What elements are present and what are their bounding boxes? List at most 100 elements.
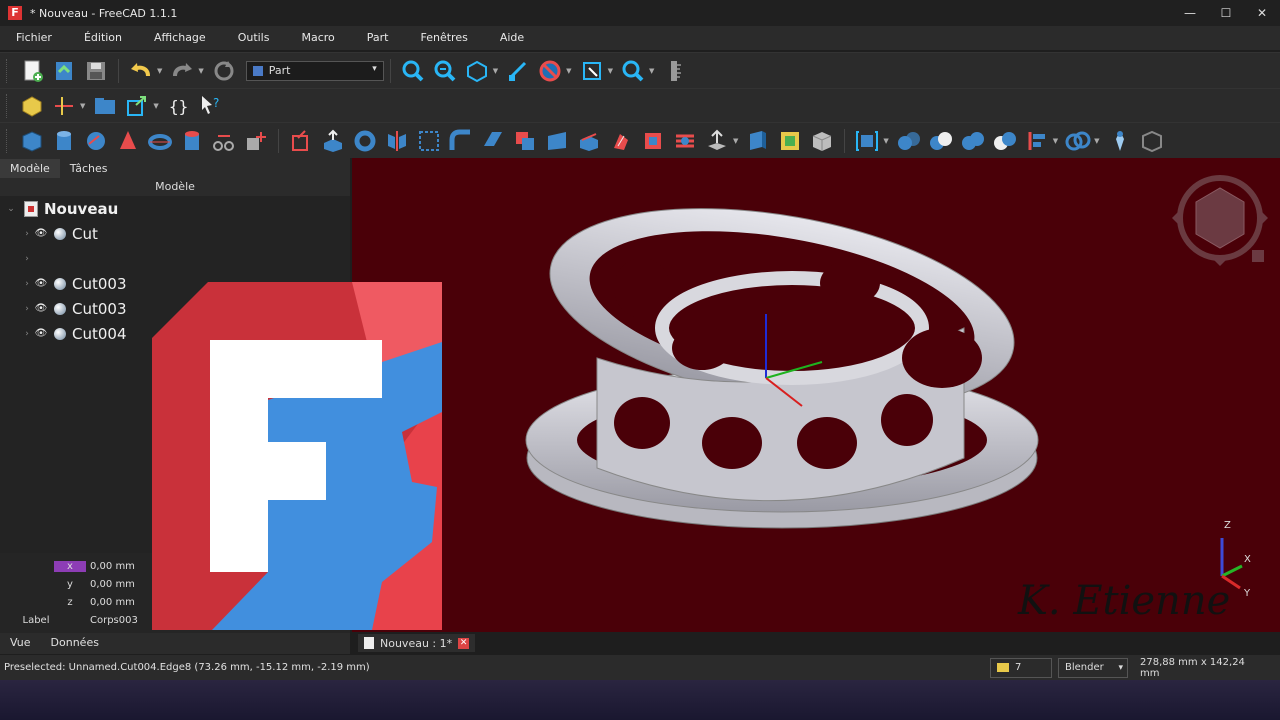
tree-item[interactable]: › 👁 Cut	[0, 221, 350, 246]
open-document-icon[interactable]	[51, 58, 77, 84]
undo-icon[interactable]	[128, 58, 154, 84]
cube-icon[interactable]	[19, 128, 45, 154]
navigation-cube[interactable]	[1172, 175, 1268, 266]
menu-macro[interactable]: Macro	[285, 26, 350, 50]
maximize-button[interactable]: ☐	[1208, 0, 1244, 26]
offset-icon[interactable]	[672, 128, 698, 154]
tube-icon[interactable]	[179, 128, 205, 154]
section-icon[interactable]	[608, 128, 634, 154]
expand-arrow-icon[interactable]: ›	[20, 229, 34, 239]
extrude-icon[interactable]	[320, 128, 346, 154]
bounding-box-icon[interactable]	[579, 58, 605, 84]
sphere-icon[interactable]	[83, 128, 109, 154]
property-value[interactable]: Corps003	[72, 615, 138, 626]
notification-area[interactable]: 7	[990, 657, 1052, 678]
menu-fichier[interactable]: Fichier	[0, 26, 68, 50]
revolve-icon[interactable]	[352, 128, 378, 154]
projection-icon[interactable]	[745, 128, 771, 154]
visibility-eye-icon[interactable]: 👁	[34, 278, 48, 289]
new-document-icon[interactable]	[19, 58, 45, 84]
color-per-face-icon[interactable]	[777, 128, 803, 154]
redo-icon[interactable]	[169, 58, 195, 84]
close-tab-icon[interactable]: ✕	[458, 637, 470, 649]
boolean-icon[interactable]	[896, 128, 922, 154]
menu-affichage[interactable]: Affichage	[138, 26, 222, 50]
axis-cross-icon[interactable]	[51, 93, 77, 119]
navigation-style-selector[interactable]: Blender ▾	[1058, 657, 1128, 678]
primitives-icon[interactable]	[211, 128, 237, 154]
axis-dropdown-icon[interactable]: ▼	[80, 102, 85, 110]
document-tab[interactable]: Nouveau : 1* ✕	[358, 634, 476, 652]
part-model[interactable]	[525, 177, 1039, 529]
parametric-icon[interactable]	[288, 128, 314, 154]
expand-arrow-icon[interactable]: ›	[20, 304, 34, 314]
sweep-icon[interactable]	[576, 128, 602, 154]
property-value[interactable]: 0,00 mm	[86, 579, 135, 590]
3d-model-view[interactable]: Z X Y	[352, 158, 1280, 632]
cross-sections-icon[interactable]	[640, 128, 666, 154]
cut-icon[interactable]	[928, 128, 954, 154]
cone-icon[interactable]	[115, 128, 141, 154]
toolbar-handle[interactable]	[6, 93, 10, 118]
undo-dropdown-icon[interactable]: ▼	[157, 67, 162, 75]
toolbar-handle[interactable]	[6, 128, 10, 153]
visibility-eye-icon[interactable]: 👁	[34, 328, 48, 339]
visibility-eye-icon[interactable]: 👁	[34, 228, 48, 239]
close-button[interactable]: ✕	[1244, 0, 1280, 26]
property-value[interactable]: 0,00 mm	[86, 597, 135, 608]
draw-style-dropdown-icon[interactable]: ▼	[566, 67, 571, 75]
fuse-icon[interactable]	[960, 128, 986, 154]
expand-arrow-icon[interactable]: ⌄	[4, 204, 18, 214]
fillet-icon[interactable]	[416, 128, 442, 154]
measure-icon[interactable]	[505, 58, 531, 84]
join-dropdown-icon[interactable]: ▼	[1053, 137, 1058, 145]
shape-builder-icon[interactable]	[243, 128, 269, 154]
check-geometry-icon[interactable]	[1107, 128, 1133, 154]
tree-item[interactable]: ›	[0, 246, 350, 271]
chamfer-icon[interactable]	[448, 128, 474, 154]
tab-modele[interactable]: Modèle	[0, 159, 60, 178]
toolbar-handle[interactable]	[6, 58, 10, 83]
workbench-selector[interactable]: Part ▾	[245, 60, 384, 81]
tab-donnees[interactable]: Données	[41, 634, 109, 654]
expand-arrow-icon[interactable]: ›	[20, 329, 34, 339]
variable-set-icon[interactable]: {}	[166, 93, 192, 119]
tab-vue[interactable]: Vue	[0, 634, 41, 654]
menu-edition[interactable]: Édition	[68, 26, 138, 50]
split-dropdown-icon[interactable]: ▼	[1094, 137, 1099, 145]
split-icon[interactable]	[1065, 128, 1091, 154]
mirror-icon[interactable]	[384, 128, 410, 154]
redo-dropdown-icon[interactable]: ▼	[198, 67, 203, 75]
tab-taches[interactable]: Tâches	[60, 159, 118, 178]
property-value[interactable]: 0,00 mm	[86, 561, 135, 572]
link-dropdown-icon[interactable]: ▼	[153, 102, 158, 110]
thickness-icon[interactable]	[704, 128, 730, 154]
menu-outils[interactable]: Outils	[222, 26, 286, 50]
group-folder-icon[interactable]	[92, 93, 118, 119]
solid-box-icon[interactable]	[809, 128, 835, 154]
expand-arrow-icon[interactable]: ›	[20, 279, 34, 289]
defeaturing-icon[interactable]	[1139, 128, 1165, 154]
menu-aide[interactable]: Aide	[484, 26, 540, 50]
link-icon[interactable]	[124, 93, 150, 119]
save-icon[interactable]	[83, 58, 109, 84]
loft-icon[interactable]	[544, 128, 570, 154]
offset-dropdown-icon[interactable]: ▼	[733, 137, 738, 145]
3d-viewport[interactable]: Z X Y	[352, 158, 1280, 632]
bbox-dropdown-icon[interactable]: ▼	[608, 67, 613, 75]
compound-dropdown-icon[interactable]: ▼	[883, 137, 888, 145]
views-dropdown-icon[interactable]: ▼	[493, 67, 498, 75]
refresh-icon[interactable]	[211, 58, 237, 84]
fit-selection-icon[interactable]	[432, 58, 458, 84]
expand-arrow-icon[interactable]: ›	[20, 254, 34, 264]
make-face-icon[interactable]	[480, 128, 506, 154]
zoom-icon[interactable]	[620, 58, 646, 84]
resize-grip-icon[interactable]	[1268, 658, 1280, 678]
common-icon[interactable]	[992, 128, 1018, 154]
tree-root-row[interactable]: ⌄ Nouveau	[0, 196, 350, 221]
zoom-dropdown-icon[interactable]: ▼	[649, 67, 654, 75]
minimize-button[interactable]: —	[1172, 0, 1208, 26]
join-icon[interactable]	[1024, 128, 1050, 154]
torus-icon[interactable]	[147, 128, 173, 154]
menu-part[interactable]: Part	[351, 26, 405, 50]
